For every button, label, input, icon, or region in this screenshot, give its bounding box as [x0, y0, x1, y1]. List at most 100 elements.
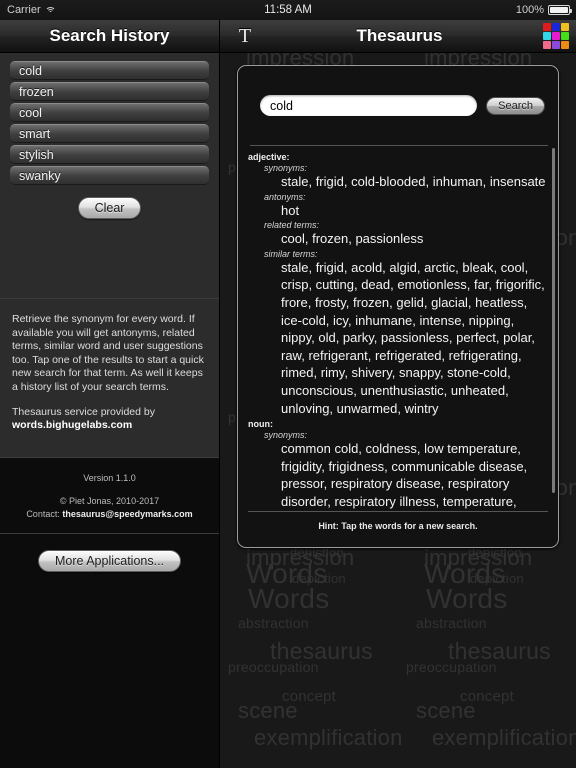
- apps-grid-cell: [543, 23, 551, 31]
- result-word[interactable]: temperature,: [443, 494, 517, 509]
- result-word[interactable]: parky,: [343, 330, 381, 345]
- result-word[interactable]: frore,: [281, 295, 315, 310]
- result-word[interactable]: pressor,: [281, 476, 331, 491]
- result-word[interactable]: shivery,: [352, 365, 399, 380]
- result-word[interactable]: frigid,: [316, 174, 351, 189]
- result-word[interactable]: refrigerated,: [375, 348, 449, 363]
- result-word[interactable]: frozen,: [353, 295, 396, 310]
- result-word[interactable]: frigid,: [316, 260, 351, 275]
- history-item[interactable]: frozen: [10, 82, 209, 101]
- result-word[interactable]: frigorific,: [496, 277, 545, 292]
- result-word[interactable]: glacial,: [431, 295, 475, 310]
- result-word[interactable]: passionless: [355, 231, 423, 246]
- serif-t-icon[interactable]: T: [234, 24, 256, 48]
- result-words[interactable]: stale, frigid, acold, algid, arctic, ble…: [281, 259, 546, 417]
- result-word[interactable]: rimed,: [281, 365, 321, 380]
- word-cloud-word: Words: [424, 558, 506, 589]
- result-word[interactable]: emotionless,: [397, 277, 474, 292]
- result-word[interactable]: frigidness,: [328, 459, 391, 474]
- result-word[interactable]: intense,: [420, 313, 469, 328]
- result-word[interactable]: unheated,: [451, 383, 509, 398]
- word-cloud-tile: impressiondepictionWordsabstractionthesa…: [398, 545, 576, 768]
- result-word[interactable]: polar,: [503, 330, 535, 345]
- result-word[interactable]: old,: [318, 330, 343, 345]
- result-word[interactable]: respiratory disease,: [331, 476, 448, 491]
- apps-grid-icon[interactable]: [543, 23, 569, 49]
- result-word[interactable]: common cold,: [281, 441, 366, 456]
- result-word[interactable]: frosty,: [315, 295, 353, 310]
- result-word[interactable]: perfect,: [456, 330, 503, 345]
- result-word[interactable]: frozen,: [312, 231, 355, 246]
- result-word[interactable]: far,: [474, 277, 496, 292]
- result-word[interactable]: gelid,: [396, 295, 431, 310]
- result-word[interactable]: unconscious,: [281, 383, 361, 398]
- result-word[interactable]: nippy,: [281, 330, 318, 345]
- result-word[interactable]: ice-cold,: [281, 313, 333, 328]
- result-word[interactable]: refrigerant,: [308, 348, 374, 363]
- result-word[interactable]: refrigerating,: [449, 348, 522, 363]
- result-words[interactable]: cool, frozen, passionless: [281, 230, 546, 248]
- result-word[interactable]: acold,: [351, 260, 389, 275]
- history-item-label: stylish: [19, 147, 54, 162]
- result-word[interactable]: insensate: [490, 174, 546, 189]
- result-word[interactable]: arctic,: [424, 260, 462, 275]
- result-word[interactable]: hot: [281, 203, 299, 218]
- results-scrollbar[interactable]: [552, 148, 555, 493]
- history-item[interactable]: swanky: [10, 166, 209, 185]
- result-word[interactable]: stale,: [281, 174, 316, 189]
- result-words[interactable]: hot: [281, 202, 546, 220]
- result-word[interactable]: unloving,: [281, 401, 337, 416]
- about-service-site[interactable]: words.bighugelabs.com: [12, 419, 132, 431]
- result-word[interactable]: cutting,: [316, 277, 362, 292]
- result-word[interactable]: cold-blooded,: [351, 174, 433, 189]
- search-button[interactable]: Search: [486, 96, 545, 115]
- result-words[interactable]: stale, frigid, cold-blooded, inhuman, in…: [281, 173, 546, 191]
- word-cloud-word: depiction: [470, 571, 524, 586]
- word-cloud-word: Words: [248, 583, 330, 614]
- result-word[interactable]: cool,: [501, 260, 528, 275]
- history-item[interactable]: smart: [10, 124, 209, 143]
- clear-button[interactable]: Clear: [77, 197, 142, 219]
- result-word[interactable]: coldness,: [366, 441, 425, 456]
- history-item[interactable]: cold: [10, 61, 209, 80]
- result-word[interactable]: snappy,: [399, 365, 447, 380]
- result-word[interactable]: algid,: [389, 260, 424, 275]
- apps-grid-cell: [561, 23, 569, 31]
- result-word[interactable]: passionless,: [381, 330, 456, 345]
- clear-history-row: Clear: [0, 197, 219, 219]
- result-word[interactable]: unenthusiastic,: [361, 383, 451, 398]
- result-word[interactable]: inhuman,: [433, 174, 490, 189]
- app-root: Carrier 11:58 AM 100% Search History T T…: [0, 0, 576, 768]
- sidebar-navigation-bar: Search History: [0, 20, 220, 53]
- result-word[interactable]: cool,: [281, 231, 312, 246]
- result-word[interactable]: stone-cold,: [447, 365, 511, 380]
- result-word[interactable]: unwarmed,: [337, 401, 405, 416]
- status-bar-battery-group: 100%: [516, 4, 572, 16]
- history-item[interactable]: cool: [10, 103, 209, 122]
- search-input[interactable]: [260, 95, 478, 116]
- about-service-line: Thesaurus service provided by: [12, 405, 155, 418]
- result-word[interactable]: crisp,: [281, 277, 316, 292]
- result-word[interactable]: icy,: [333, 313, 355, 328]
- result-word[interactable]: frigidity,: [281, 459, 328, 474]
- result-word[interactable]: inhumane,: [355, 313, 419, 328]
- about-description: Retrieve the synonym for every word. If …: [12, 313, 204, 393]
- result-word[interactable]: low temperature,: [424, 441, 521, 456]
- result-word[interactable]: respiratory illness,: [334, 494, 442, 509]
- result-word[interactable]: communicable disease,: [391, 459, 527, 474]
- result-word[interactable]: dead,: [361, 277, 397, 292]
- result-word[interactable]: stale,: [281, 260, 316, 275]
- word-cloud-word: concept: [460, 688, 514, 705]
- history-item-label: cold: [19, 63, 42, 78]
- contact-line: Contact: thesaurus@speedymarks.com: [10, 508, 209, 521]
- contact-email[interactable]: thesaurus@speedymarks.com: [62, 509, 192, 519]
- result-word[interactable]: wintry: [405, 401, 439, 416]
- result-word[interactable]: heatless,: [475, 295, 527, 310]
- result-word[interactable]: bleak,: [462, 260, 500, 275]
- more-applications-button[interactable]: More Applications...: [37, 549, 182, 572]
- result-word[interactable]: raw,: [281, 348, 308, 363]
- result-words[interactable]: common cold, coldness, low temperature, …: [281, 440, 546, 511]
- result-word[interactable]: rimy,: [321, 365, 352, 380]
- result-word[interactable]: nipping,: [469, 313, 515, 328]
- history-item[interactable]: stylish: [10, 145, 209, 164]
